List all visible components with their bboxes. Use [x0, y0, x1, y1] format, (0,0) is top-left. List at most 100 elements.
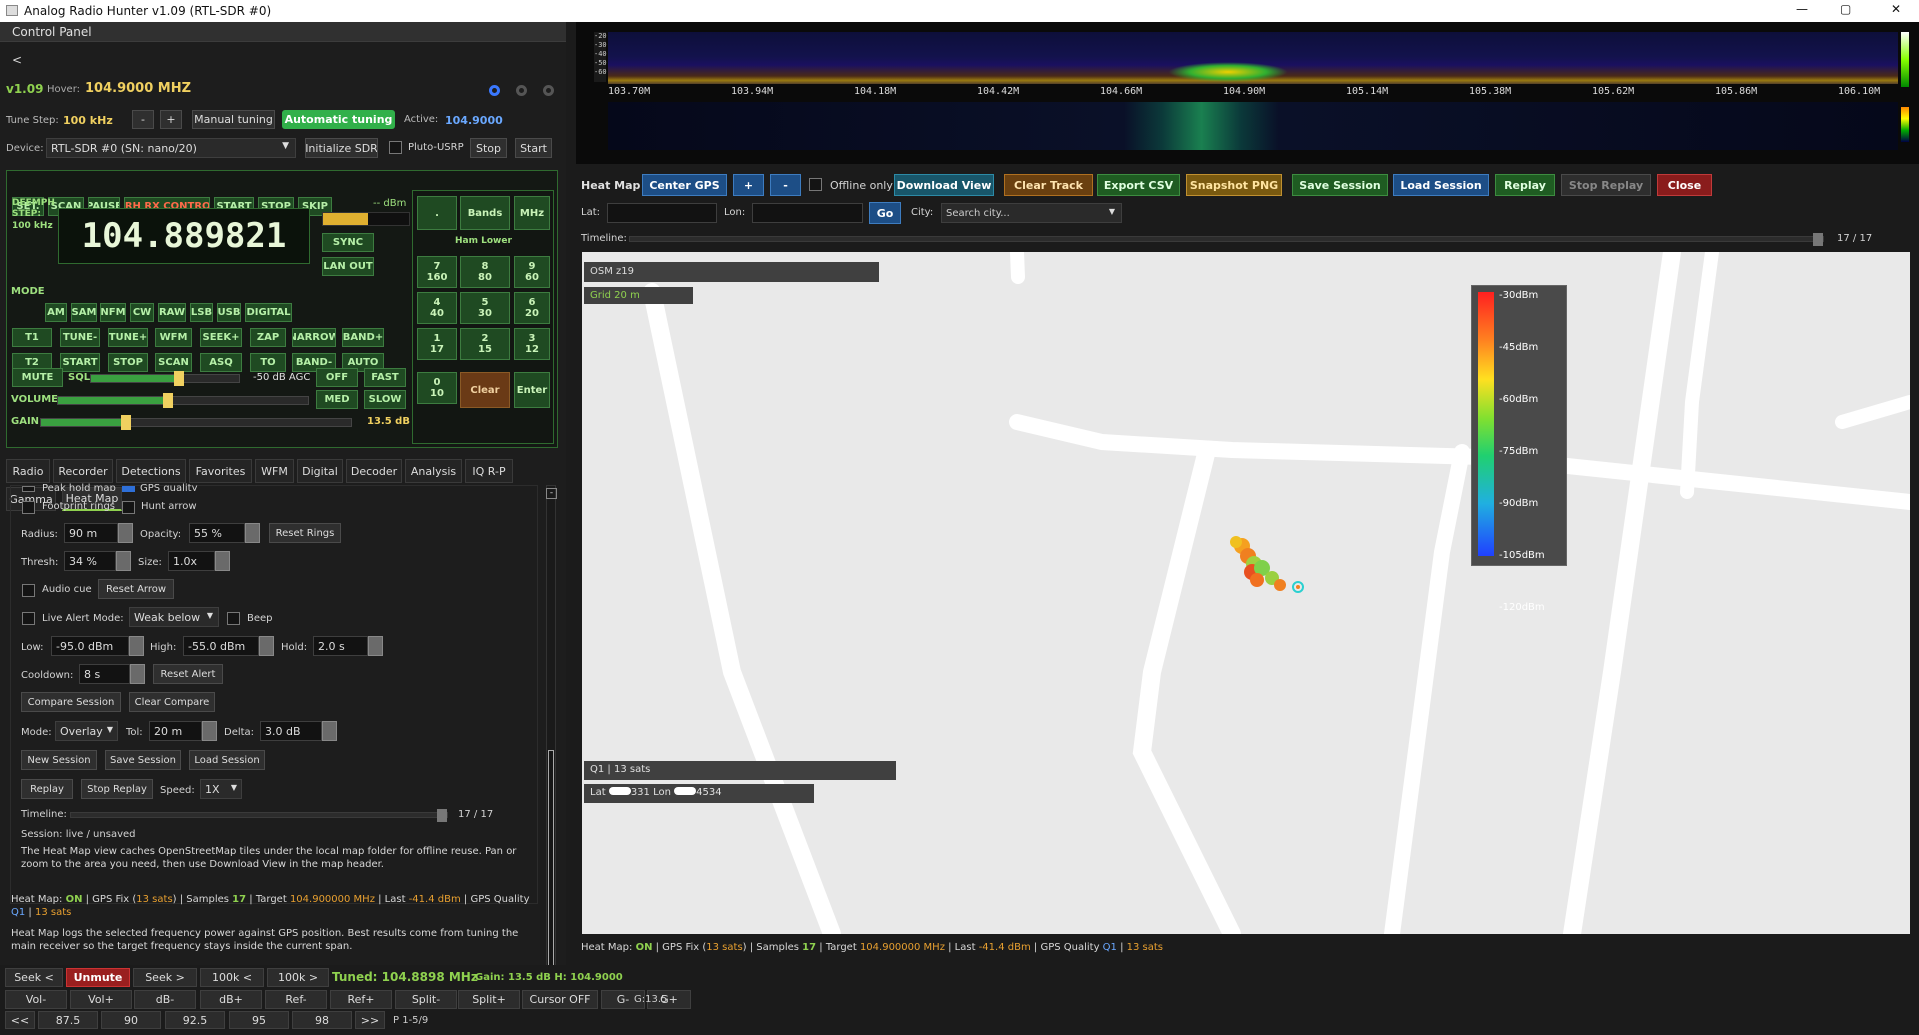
mode-button[interactable]: AM	[45, 303, 67, 322]
opacity-spinner[interactable]	[245, 523, 260, 543]
settings-scrollbar[interactable]	[546, 485, 556, 980]
preset-button[interactable]: 95	[229, 1011, 289, 1029]
load-session-map-button[interactable]: Load Session	[1393, 174, 1489, 196]
alert-mode-select[interactable]: Weak below ▼	[129, 607, 219, 627]
hold-spinner[interactable]	[368, 636, 383, 656]
manual-tuning-button[interactable]: Manual tuning	[192, 110, 275, 129]
function-button[interactable]: SEEK+	[200, 328, 242, 347]
agc-slow-button[interactable]: SLOW	[364, 390, 406, 409]
function-button[interactable]: ZAP	[250, 328, 286, 347]
control-button[interactable]: Split-	[395, 990, 457, 1009]
mode-button[interactable]: SAM	[71, 303, 97, 322]
control-button[interactable]: Ref-	[265, 990, 327, 1009]
peak-hold-checkbox[interactable]	[22, 486, 35, 492]
tab-digital[interactable]: Digital	[297, 459, 343, 483]
tab-iq-r-p[interactable]: IQ R-P	[465, 459, 513, 483]
export-csv-button[interactable]: Export CSV	[1097, 174, 1180, 196]
agc-off-button[interactable]: OFF	[316, 368, 358, 387]
hunt-arrow-checkbox[interactable]	[122, 501, 135, 514]
opacity-input[interactable]: 55 %	[189, 523, 245, 543]
seek-prev-button[interactable]: Seek <	[5, 968, 63, 987]
function-button[interactable]: NARROW	[292, 328, 336, 347]
function-button[interactable]: TO	[250, 353, 286, 372]
preset-button[interactable]: 92.5	[165, 1011, 225, 1029]
function-button[interactable]: ASQ	[200, 353, 242, 372]
control-button[interactable]: Ref+	[330, 990, 392, 1009]
function-button[interactable]: T1	[12, 328, 52, 347]
auto-tuning-button[interactable]: Automatic tuning	[282, 110, 395, 129]
device-select[interactable]: RTL-SDR #0 (SN: nano/20) ▼	[46, 138, 296, 158]
map-timeline-slider[interactable]	[629, 233, 1824, 246]
new-session-button[interactable]: New Session	[21, 750, 97, 770]
snapshot-png-button[interactable]: Snapshot PNG	[1186, 174, 1282, 196]
compare-mode-select[interactable]: Overlay ▼	[55, 721, 118, 741]
function-button[interactable]: TUNE+	[108, 328, 148, 347]
function-button[interactable]: STOP	[108, 353, 148, 372]
seek-next-button[interactable]: Seek >	[133, 968, 197, 987]
preset-button[interactable]: 90	[101, 1011, 161, 1029]
keypad-dot[interactable]: .	[417, 196, 457, 230]
live-alert-checkbox[interactable]	[22, 612, 35, 625]
minimize-icon[interactable]: —	[1796, 2, 1808, 16]
zoom-in-button[interactable]: +	[733, 174, 764, 196]
reset-alert-button[interactable]: Reset Alert	[153, 664, 223, 684]
agc-fast-button[interactable]: FAST	[364, 368, 406, 387]
control-button[interactable]: Split+	[458, 990, 520, 1009]
keypad-key[interactable]: 3 12	[514, 328, 550, 360]
radius-spinner[interactable]	[118, 523, 133, 543]
stop-replay-map-button[interactable]: Stop Replay	[1561, 174, 1651, 196]
compare-session-button[interactable]: Compare Session	[21, 692, 121, 712]
stop-replay-button[interactable]: Stop Replay	[81, 779, 153, 799]
keypad-key[interactable]: 2 15	[460, 328, 510, 360]
lon-input[interactable]	[752, 203, 863, 223]
thresh-spinner[interactable]	[116, 551, 131, 571]
save-session-button[interactable]: Save Session	[105, 750, 181, 770]
bands-button[interactable]: Bands	[460, 196, 510, 230]
collapse-button[interactable]: <	[12, 53, 22, 67]
tab-detections[interactable]: Detections	[116, 459, 186, 483]
reset-rings-button[interactable]: Reset Rings	[269, 523, 341, 543]
mode-button[interactable]: NFM	[100, 303, 126, 322]
control-button[interactable]: Cursor OFF	[522, 990, 598, 1009]
mode-button[interactable]: USB	[217, 303, 241, 322]
keypad-key[interactable]: 6 20	[514, 292, 550, 324]
gain-slider[interactable]	[40, 415, 352, 430]
radius-input[interactable]: 90 m	[64, 523, 118, 543]
replay-button[interactable]: Replay	[21, 779, 73, 799]
step-minus-button[interactable]: -	[132, 110, 154, 129]
mode-button[interactable]: LSB	[190, 303, 213, 322]
waterfall[interactable]	[608, 102, 1898, 150]
keypad-key[interactable]: 5 30	[460, 292, 510, 324]
control-button[interactable]: dB-	[134, 990, 196, 1009]
low-input[interactable]: -95.0 dBm	[51, 636, 129, 656]
size-spinner[interactable]	[215, 551, 230, 571]
footprint-checkbox[interactable]	[22, 501, 35, 514]
spectrum-view[interactable]	[608, 32, 1898, 87]
tab-favorites[interactable]: Favorites	[189, 459, 252, 483]
keypad-key[interactable]: 7 160	[417, 256, 457, 288]
mode-button[interactable]: RAW	[158, 303, 186, 322]
hold-input[interactable]: 2.0 s	[313, 636, 368, 656]
step-100k-next-button[interactable]: 100k >	[267, 968, 329, 987]
mode-button[interactable]: DIGITAL	[245, 303, 292, 322]
tab-decoder[interactable]: Decoder	[346, 459, 402, 483]
unmute-button[interactable]: Unmute	[66, 968, 130, 987]
pluto-checkbox[interactable]	[389, 141, 402, 154]
size-input[interactable]: 1.0x	[168, 551, 215, 571]
lat-input[interactable]	[607, 203, 717, 223]
cooldown-input[interactable]: 8 s	[79, 664, 130, 684]
low-spinner[interactable]	[129, 636, 144, 656]
reset-arrow-button[interactable]: Reset Arrow	[98, 579, 174, 599]
zoom-out-button[interactable]: -	[770, 174, 801, 196]
tol-input[interactable]: 20 m	[149, 721, 202, 741]
map-view[interactable]: OSM z19 Grid 20 m Q1 | 13 sats Lat 331 L…	[582, 252, 1910, 934]
city-search[interactable]: Search city... ▼	[941, 203, 1122, 223]
clear-track-button[interactable]: Clear Track	[1004, 174, 1093, 196]
lan-out-button[interactable]: LAN OUT	[322, 257, 374, 276]
beep-checkbox[interactable]	[227, 612, 240, 625]
cooldown-spinner[interactable]	[130, 664, 145, 684]
control-button[interactable]: dB+	[200, 990, 262, 1009]
clear-compare-button[interactable]: Clear Compare	[129, 692, 215, 712]
tol-spinner[interactable]	[202, 721, 217, 741]
initialize-sdr-button[interactable]: Initialize SDR	[305, 138, 378, 158]
